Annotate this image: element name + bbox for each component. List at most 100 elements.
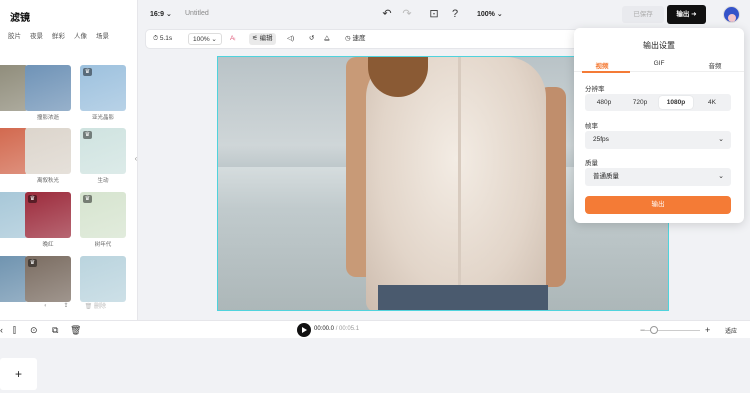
timeline-bar: ‹ ⫿ ⊙ ⧉ 🗑 00:00.0 / 00:05.1 − + 适应 xyxy=(0,320,750,338)
split-icon[interactable]: ⫿ xyxy=(13,324,16,336)
tab-film[interactable]: 胶片 xyxy=(8,30,21,40)
rotate-icon[interactable]: ↺ xyxy=(309,33,314,45)
popup-title: 输出设置 xyxy=(643,41,675,50)
duration-control[interactable]: ⏱ 5.1s xyxy=(153,33,172,45)
crown-icon: ♛ xyxy=(83,195,92,203)
zoom-select[interactable]: 100% ⌄ xyxy=(477,10,503,18)
crown-icon: ♛ xyxy=(28,195,37,203)
top-bar: 16:9 ⌄ Untitled ↶ ↷ ⊡ ? 100% ⌄ 已保存 输出 ➜ xyxy=(138,0,750,30)
filter-thumbnail[interactable] xyxy=(25,65,71,111)
zoom-value: 100% xyxy=(477,11,495,18)
resolution-label: 分辨率 xyxy=(585,86,605,93)
crown-icon: ♛ xyxy=(83,131,92,139)
help-icon[interactable]: ? xyxy=(448,7,462,21)
chevron-down-icon: ⌄ xyxy=(718,173,724,180)
avatar[interactable] xyxy=(723,6,740,23)
panel-title: 滤镜 xyxy=(10,13,30,24)
aspect-ratio-select[interactable]: 16:9 ⌄ xyxy=(150,10,172,18)
quality-label: 质量 xyxy=(585,160,598,167)
play-button[interactable] xyxy=(297,323,311,337)
confirm-export-button[interactable]: 输出 xyxy=(585,196,731,214)
playback-time: 00:00.0 / 00:05.1 xyxy=(314,326,360,332)
saved-status-button[interactable]: 已保存 xyxy=(622,6,664,23)
filter-thumbnail[interactable]: ♛ xyxy=(80,128,126,174)
scale-select[interactable]: 100% ⌄ xyxy=(188,33,222,45)
duration-value: 5.1s xyxy=(159,35,173,42)
redo-icon[interactable]: ↷ xyxy=(400,7,414,21)
filter-thumbnail[interactable]: ♛ xyxy=(80,65,126,111)
export-settings-popup: 输出设置 视频 GIF 音频 分辨率 480p 720p 1080p 4K 帧率… xyxy=(574,28,744,223)
delete-button[interactable]: 🗑 删除 xyxy=(85,301,106,310)
filter-thumbnail[interactable]: ♛ xyxy=(25,192,71,238)
active-tab-indicator xyxy=(582,71,630,73)
current-time: 00:00.0 xyxy=(314,326,335,332)
quality-value: 普通质量 xyxy=(593,173,619,180)
export-type-tabs: 视频 GIF 音频 xyxy=(574,58,744,73)
fit-button[interactable]: 适应 xyxy=(725,326,737,335)
tab-night[interactable]: 夜景 xyxy=(30,30,43,40)
filter-category-tabs: 胶片 夜景 鲜彩 人像 场景 xyxy=(8,30,109,40)
resolution-4k[interactable]: 4K xyxy=(695,96,729,109)
speed-button[interactable]: ◷ 速度 xyxy=(345,33,365,45)
filter-thumbnail[interactable] xyxy=(0,192,28,238)
jeans xyxy=(378,285,548,310)
upload-icon[interactable]: ⇪ xyxy=(64,302,69,309)
compare-icon[interactable]: ◐ xyxy=(44,303,48,309)
filter-thumbnail-label: 离叙秋光 xyxy=(36,178,59,184)
export-button-label: 输出 xyxy=(676,11,690,18)
crown-icon: ♛ xyxy=(83,68,92,76)
tab-audio[interactable]: 音频 xyxy=(687,60,743,70)
filter-thumbnail[interactable] xyxy=(80,256,126,302)
chevron-down-icon: ⌄ xyxy=(718,136,724,143)
filter-thumbnail[interactable] xyxy=(25,128,71,174)
filter-thumbnail-label: 撞影浓逝 xyxy=(36,115,59,121)
filter-thumbnail-label: 生动 xyxy=(97,178,109,184)
filter-thumbnail[interactable]: ♛ xyxy=(25,256,71,302)
tab-video[interactable]: 视频 xyxy=(574,60,630,70)
resolution-1080p[interactable]: 1080p xyxy=(659,96,693,109)
edit-label: 编辑 xyxy=(259,35,273,42)
aspect-ratio-value: 16:9 xyxy=(150,11,165,18)
tab-gif[interactable]: GIF xyxy=(631,60,687,67)
filter-thumbnail[interactable] xyxy=(0,256,28,302)
delete-label: 删除 xyxy=(93,304,106,310)
duplicate-icon[interactable]: ⧉ xyxy=(52,324,58,336)
filter-thumbnail-label: 树年代 xyxy=(94,242,112,248)
slider-knob[interactable] xyxy=(650,326,658,334)
ai-style-icon[interactable]: Aᵢ xyxy=(230,33,235,45)
edit-button[interactable]: ⚟ 编辑 xyxy=(249,33,276,45)
filter-tools: ◐ ⇪ 🗑 删除 xyxy=(44,301,106,311)
filter-thumbnail[interactable]: ♛ xyxy=(80,192,126,238)
volume-icon[interactable]: ◁) xyxy=(287,33,294,45)
chevron-left-icon[interactable]: ‹ xyxy=(0,324,3,336)
filter-thumbnail[interactable] xyxy=(0,128,28,174)
trash-icon[interactable]: 🗑 xyxy=(70,324,81,336)
resolution-selector: 480p 720p 1080p 4K xyxy=(585,94,731,111)
collapse-panel-icon[interactable]: ‹ xyxy=(132,150,140,168)
scale-value: 100% xyxy=(193,36,210,43)
tab-scene[interactable]: 场景 xyxy=(96,30,109,40)
undo-icon[interactable]: ↶ xyxy=(380,7,394,21)
framerate-value: 25fps xyxy=(593,136,609,143)
crown-icon: ♛ xyxy=(28,259,37,267)
screenshot-icon[interactable]: ⊡ xyxy=(427,7,441,21)
flip-icon[interactable]: ⧋ xyxy=(324,33,330,45)
document-title[interactable]: Untitled xyxy=(185,10,209,17)
total-time: 00:05.1 xyxy=(339,326,360,332)
zoom-in-icon[interactable]: + xyxy=(705,324,710,336)
shirt-placket xyxy=(458,57,461,287)
quality-select[interactable]: 普通质量 ⌄ xyxy=(585,168,731,186)
caption-icon[interactable]: ⊙ xyxy=(30,324,38,336)
filter-thumbnail-label: 亚光晶影 xyxy=(91,115,114,121)
track-area xyxy=(0,338,750,393)
tab-portrait[interactable]: 人像 xyxy=(74,30,87,40)
tab-vivid[interactable]: 鲜彩 xyxy=(52,30,65,40)
speed-label: 速度 xyxy=(352,35,366,42)
framerate-select[interactable]: 25fps ⌄ xyxy=(585,131,731,149)
add-media-button[interactable]: + xyxy=(0,358,37,390)
resolution-480p[interactable]: 480p xyxy=(587,96,621,109)
framerate-label: 帧率 xyxy=(585,123,598,130)
resolution-720p[interactable]: 720p xyxy=(623,96,657,109)
filter-thumbnail[interactable] xyxy=(0,65,28,111)
export-button[interactable]: 输出 ➜ xyxy=(667,5,706,24)
